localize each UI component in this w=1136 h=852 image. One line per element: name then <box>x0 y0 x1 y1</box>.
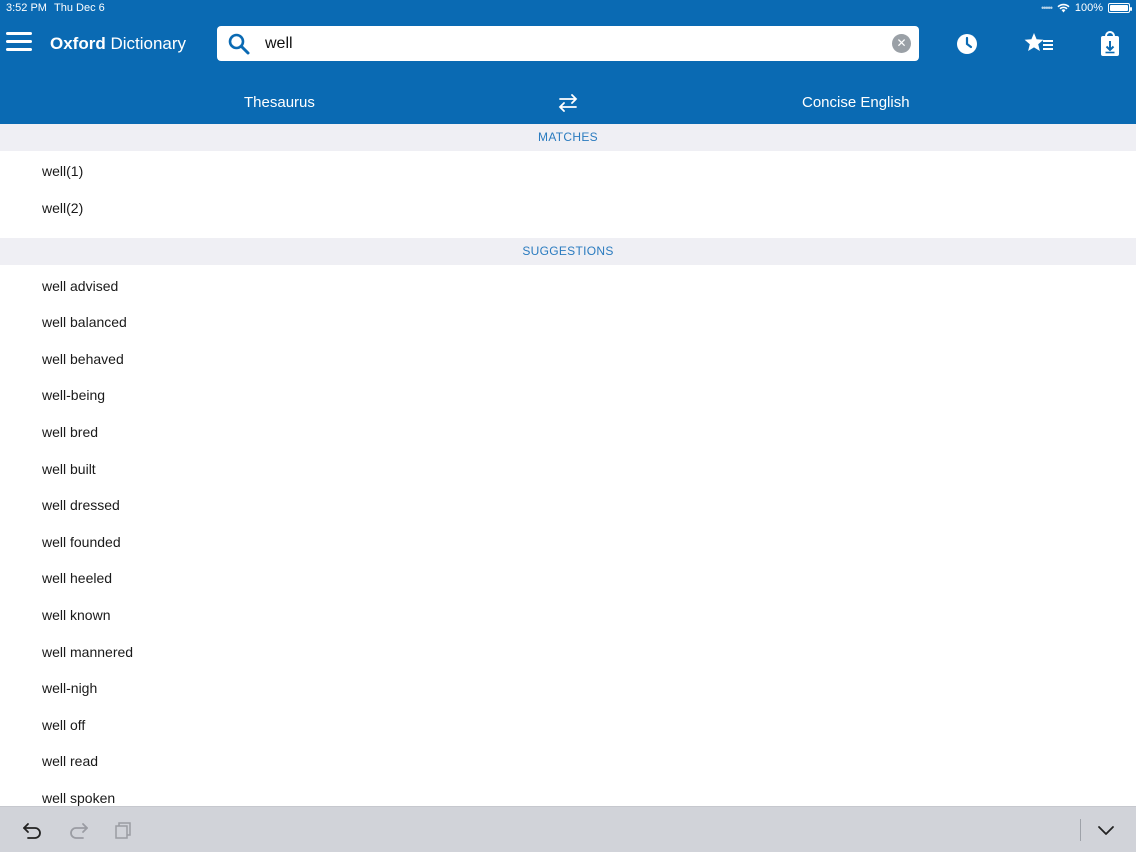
download-icon[interactable] <box>1098 30 1122 58</box>
suggestion-item[interactable]: well founded <box>42 534 121 550</box>
suggestion-item[interactable]: well bred <box>42 424 98 440</box>
matches-header: MATCHES <box>0 124 1136 151</box>
status-time: 3:52 PM <box>6 2 47 14</box>
wifi-icon <box>1057 3 1070 13</box>
search-bar[interactable]: ✕ <box>217 26 919 61</box>
toolbar-divider <box>1080 819 1081 841</box>
match-item[interactable]: well(2) <box>42 200 83 216</box>
suggestion-item[interactable]: well advised <box>42 278 118 294</box>
suggestion-item[interactable]: well built <box>42 461 96 477</box>
suggestion-item[interactable]: well balanced <box>42 314 127 330</box>
suggestion-item[interactable]: well spoken <box>42 790 115 806</box>
suggestion-item[interactable]: well read <box>42 753 98 769</box>
paste-icon[interactable] <box>113 820 135 840</box>
status-date: Thu Dec 6 <box>54 2 105 14</box>
redo-icon[interactable] <box>67 820 89 840</box>
menu-icon[interactable] <box>6 32 32 54</box>
suggestion-item[interactable]: well heeled <box>42 570 112 586</box>
tab-thesaurus[interactable]: Thesaurus <box>244 94 315 111</box>
suggestion-item[interactable]: well-nigh <box>42 680 97 696</box>
app-title-product: Dictionary <box>110 34 187 53</box>
battery-icon <box>1108 3 1132 13</box>
dictionary-tabs: Thesaurus Concise English <box>0 80 1136 124</box>
app-title-brand: Oxford <box>50 34 106 53</box>
search-input[interactable] <box>265 30 865 57</box>
clear-search-icon[interactable]: ✕ <box>892 34 911 53</box>
match-item[interactable]: well(1) <box>42 163 83 179</box>
favorites-icon[interactable] <box>1023 30 1055 58</box>
keyboard-shortcut-bar <box>0 806 1136 852</box>
suggestions-header: SUGGESTIONS <box>0 238 1136 265</box>
suggestion-item[interactable]: well-being <box>42 387 105 403</box>
suggestion-item[interactable]: well mannered <box>42 644 133 660</box>
status-right: ••••• 100% <box>1041 2 1132 14</box>
battery-percent: 100% <box>1074 2 1103 14</box>
status-bar: 3:52 PM Thu Dec 6 ••••• 100% <box>0 0 1136 18</box>
swap-icon[interactable] <box>557 94 579 112</box>
tab-concise-english[interactable]: Concise English <box>802 94 910 111</box>
app-title: Oxford Dictionary <box>50 34 186 54</box>
chevron-down-icon[interactable] <box>1095 820 1117 840</box>
suggestion-item[interactable]: well known <box>42 607 110 623</box>
clock-icon[interactable] <box>953 30 981 58</box>
search-icon <box>228 33 250 55</box>
suggestion-item[interactable]: well dressed <box>42 497 120 513</box>
app-header: 3:52 PM Thu Dec 6 ••••• 100% Oxford Dict… <box>0 0 1136 124</box>
signal-icon: ••••• <box>1041 3 1053 13</box>
suggestion-item[interactable]: well behaved <box>42 351 124 367</box>
suggestion-item[interactable]: well off <box>42 717 85 733</box>
undo-icon[interactable] <box>22 820 44 840</box>
